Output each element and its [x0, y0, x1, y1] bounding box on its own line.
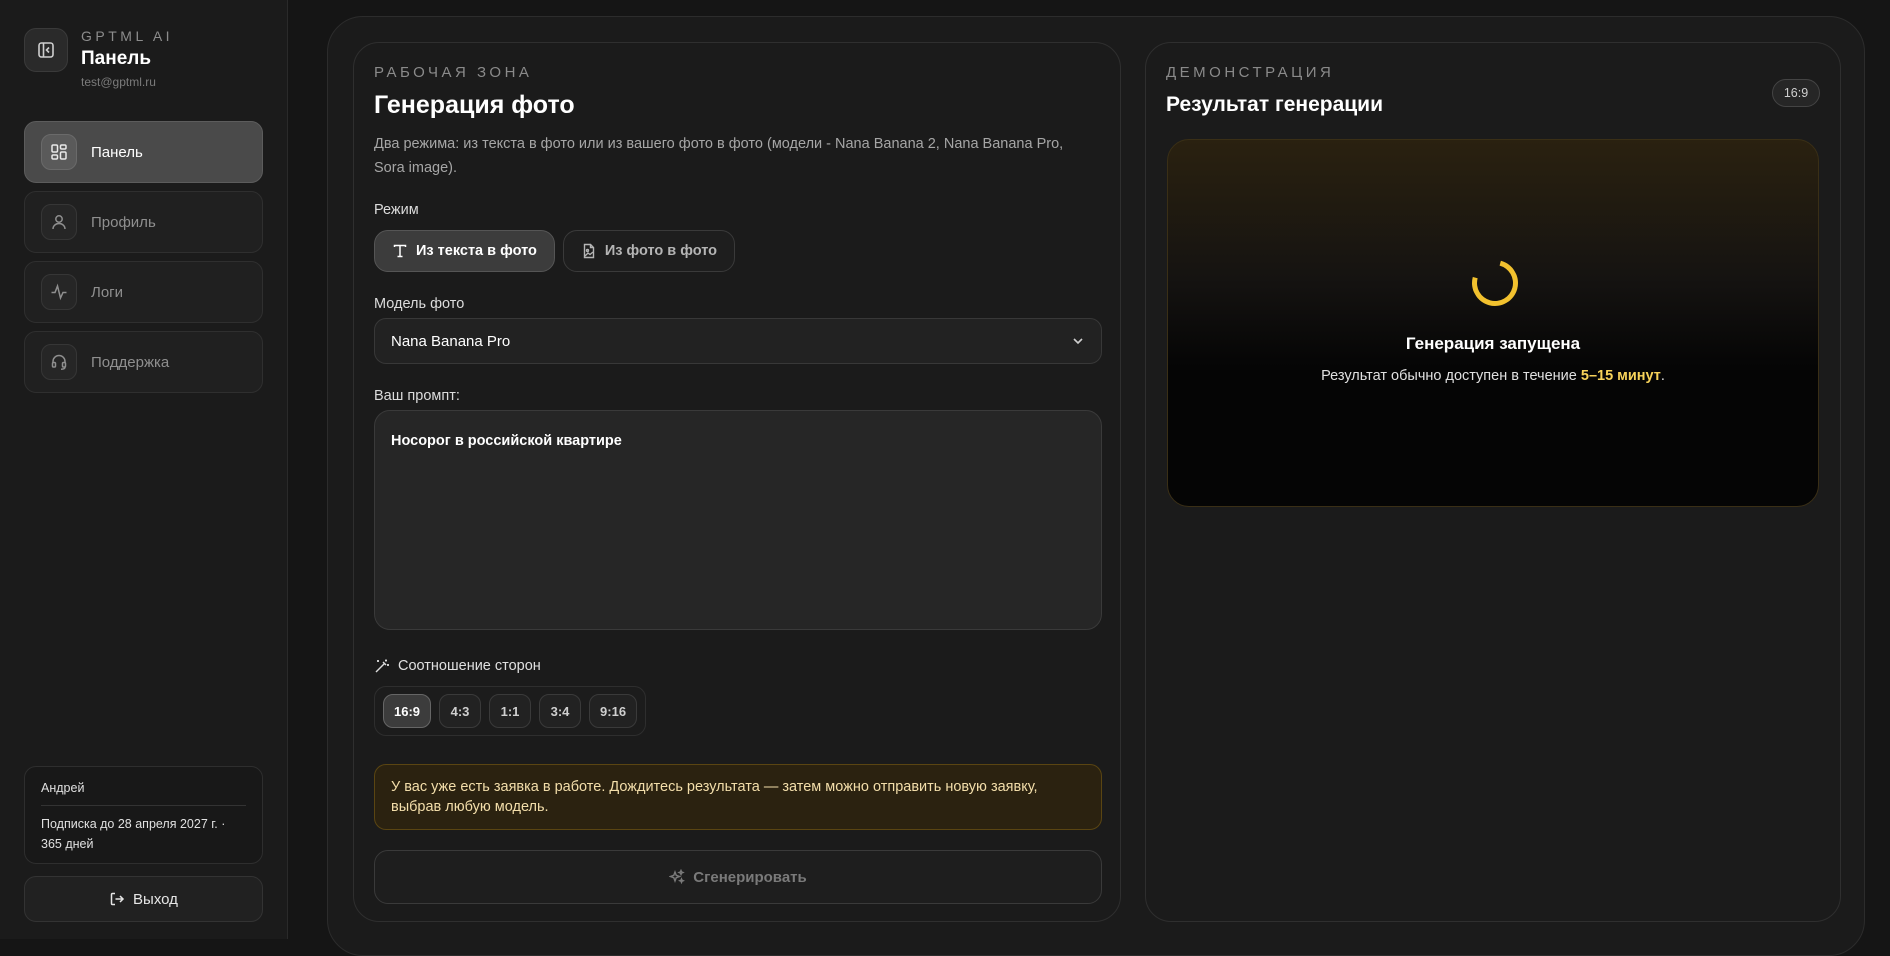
demo-eyebrow: ДЕМОНСТРАЦИЯ: [1166, 64, 1335, 81]
workspace-eyebrow: РАБОЧАЯ ЗОНА: [374, 64, 533, 81]
ratio-16-9-button[interactable]: 16:9: [383, 694, 432, 728]
model-label: Модель фото: [374, 296, 465, 312]
mode-label-text: Из текста в фото: [416, 243, 537, 259]
headset-icon: [41, 344, 77, 380]
user-email: test@gptml.ru: [81, 75, 156, 89]
brand: GPTML AI Панель test@gptml.ru: [24, 28, 173, 89]
page-description: Два режима: из текста в фото или из ваше…: [374, 136, 1064, 176]
result-preview: Генерация запущена Результат обычно дост…: [1167, 139, 1819, 507]
ratio-9-16-button[interactable]: 9:16: [589, 694, 638, 728]
sidebar-item-dashboard[interactable]: Панель: [24, 121, 263, 183]
subscription-info: Подписка до 28 апреля 2027 г. · 365 дней: [41, 817, 226, 851]
logout-button[interactable]: Выход: [24, 876, 263, 922]
status-suffix: .: [1660, 368, 1665, 384]
status-prefix: Результат обычно доступен в течение: [1321, 368, 1581, 384]
workspace-panel: РАБОЧАЯ ЗОНА Генерация фото Два режима: …: [353, 42, 1121, 922]
logout-label: Выход: [133, 890, 178, 908]
collapse-sidebar-button[interactable]: [24, 28, 68, 72]
generate-label: Сгенерировать: [693, 868, 807, 886]
sidebar: GPTML AI Панель test@gptml.ru Панель Про…: [0, 0, 288, 939]
ratio-badge: 16:9: [1772, 79, 1820, 107]
sidebar-nav: Панель Профиль Логи Поддержка: [24, 121, 263, 401]
mode-label-image: Из фото в фото: [604, 243, 718, 259]
chevron-down-icon: [1073, 338, 1083, 345]
status-message: Результат обычно доступен в течение 5–15…: [1168, 368, 1818, 384]
mode-switch: Из текста в фото Из фото в фото: [374, 230, 1102, 272]
text-icon: [393, 244, 407, 258]
mode-image-to-image-button[interactable]: Из фото в фото: [562, 230, 736, 272]
mode-label: Режим: [374, 202, 419, 218]
brand-title: Панель: [81, 48, 152, 69]
ratio-1-1-button[interactable]: 1:1: [489, 694, 532, 728]
status-title: Генерация запущена: [1405, 334, 1581, 353]
page-title: Генерация фото: [374, 91, 575, 119]
aspect-ratio-label: Соотношение сторон: [398, 658, 541, 674]
dashboard-icon: [41, 134, 77, 170]
sparkles-icon: [669, 869, 686, 885]
aspect-ratio-selector: 16:9 4:3 1:1 3:4 9:16: [374, 686, 647, 736]
user-name: Андрей: [41, 781, 85, 795]
pending-request-warning: У вас уже есть заявка в работе. Дождитес…: [374, 764, 1102, 830]
sidebar-item-label: Логи: [91, 283, 124, 301]
sidebar-item-support[interactable]: Поддержка: [24, 331, 263, 393]
user-icon: [41, 204, 77, 240]
prompt-input[interactable]: Носорог в российской квартире: [374, 410, 1102, 630]
demo-panel: ДЕМОНСТРАЦИЯ Результат генерации 16:9 Ге…: [1145, 42, 1841, 922]
divider: [41, 805, 246, 806]
logout-icon: [110, 892, 125, 906]
magic-wand-icon: [375, 659, 389, 673]
model-select[interactable]: Nana Banana Pro: [374, 318, 1102, 364]
prompt-input-value: Носорог в российской квартире: [391, 433, 622, 449]
ratio-3-4-button[interactable]: 3:4: [539, 694, 582, 728]
model-select-value: Nana Banana Pro: [391, 332, 511, 350]
mode-text-to-image-button[interactable]: Из текста в фото: [374, 230, 555, 272]
generate-button[interactable]: Сгенерировать: [374, 850, 1102, 904]
loading-spinner-icon: [1463, 251, 1527, 315]
prompt-label: Ваш промпт:: [374, 388, 460, 404]
aspect-ratio-header: Соотношение сторон: [374, 658, 1102, 674]
sidebar-item-logs[interactable]: Логи: [24, 261, 263, 323]
sidebar-item-label: Поддержка: [91, 353, 170, 371]
ratio-4-3-button[interactable]: 4:3: [439, 694, 482, 728]
sidebar-item-profile[interactable]: Профиль: [24, 191, 263, 253]
brand-eyebrow: GPTML AI: [81, 28, 174, 44]
sidebar-item-label: Панель: [91, 143, 143, 161]
status-highlight: 5–15 минут: [1580, 368, 1661, 384]
demo-title: Результат генерации: [1166, 93, 1383, 116]
sidebar-collapse-icon: [38, 42, 54, 58]
image-file-icon: [583, 243, 595, 259]
activity-icon: [41, 274, 77, 310]
user-card: Андрей Подписка до 28 апреля 2027 г. · 3…: [24, 766, 263, 864]
sidebar-item-label: Профиль: [91, 213, 156, 231]
